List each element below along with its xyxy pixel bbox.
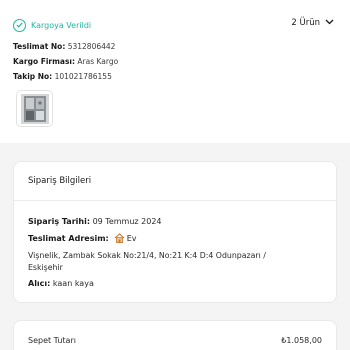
cargo-company-value: Aras Kargo <box>77 57 119 66</box>
check-circle-icon <box>13 18 26 32</box>
chevron-down-icon <box>325 18 334 28</box>
order-date-label: Sipariş Tarihi: <box>28 217 91 226</box>
shipment-section: Kargoya Verildi 2 Ürün Teslimat No: 5312… <box>0 0 350 143</box>
recipient-value: kaan kaya <box>52 279 94 288</box>
delivery-number: Teslimat No: 5312806442 <box>13 42 115 51</box>
cargo-company: Kargo Firması: Aras Kargo <box>13 57 118 66</box>
address-line-1: Vişnelik, Zambak Sokak No:21/4, No:21 K:… <box>28 251 266 260</box>
divider <box>14 200 336 201</box>
tracking-number-label: Takip No: <box>13 72 53 81</box>
recipient-label: Alıcı: <box>28 279 51 288</box>
product-thumbnail[interactable] <box>16 90 53 127</box>
order-info-title: Sipariş Bilgileri <box>28 176 92 186</box>
delivery-number-label: Teslimat No: <box>13 42 66 51</box>
home-icon <box>114 233 125 243</box>
shipment-status: Kargoya Verildi <box>13 17 91 33</box>
address-line-2: Eskişehir <box>28 263 63 272</box>
delivery-number-value: 5312806442 <box>67 42 116 51</box>
item-count-label: 2 Ürün <box>291 18 320 28</box>
item-count-toggle[interactable]: 2 Ürün <box>291 18 334 28</box>
delivery-address: Teslimat Adresim: Ev <box>28 233 137 243</box>
status-label: Kargoya Verildi <box>31 20 92 30</box>
tracking-number: Takip No: 101021786155 <box>13 72 112 81</box>
cargo-company-label: Kargo Firması: <box>13 57 76 66</box>
product-image <box>20 93 49 124</box>
order-info-card: Sipariş Bilgileri Sipariş Tarihi: 09 Tem… <box>13 161 337 303</box>
tracking-number-value: 101021786155 <box>54 72 112 81</box>
basket-total-label: Sepet Tutarı <box>28 336 76 345</box>
basket-total-value: ₺1.058,00 <box>281 336 322 345</box>
delivery-address-label: Teslimat Adresim: <box>28 233 109 243</box>
recipient: Alıcı: kaan kaya <box>28 279 94 288</box>
order-date-value: 09 Temmuz 2024 <box>92 217 162 226</box>
price-summary-card: Sepet Tutarı ₺1.058,00 <box>13 320 337 350</box>
order-date: Sipariş Tarihi: 09 Temmuz 2024 <box>28 217 162 226</box>
address-type: Ev <box>126 233 137 243</box>
